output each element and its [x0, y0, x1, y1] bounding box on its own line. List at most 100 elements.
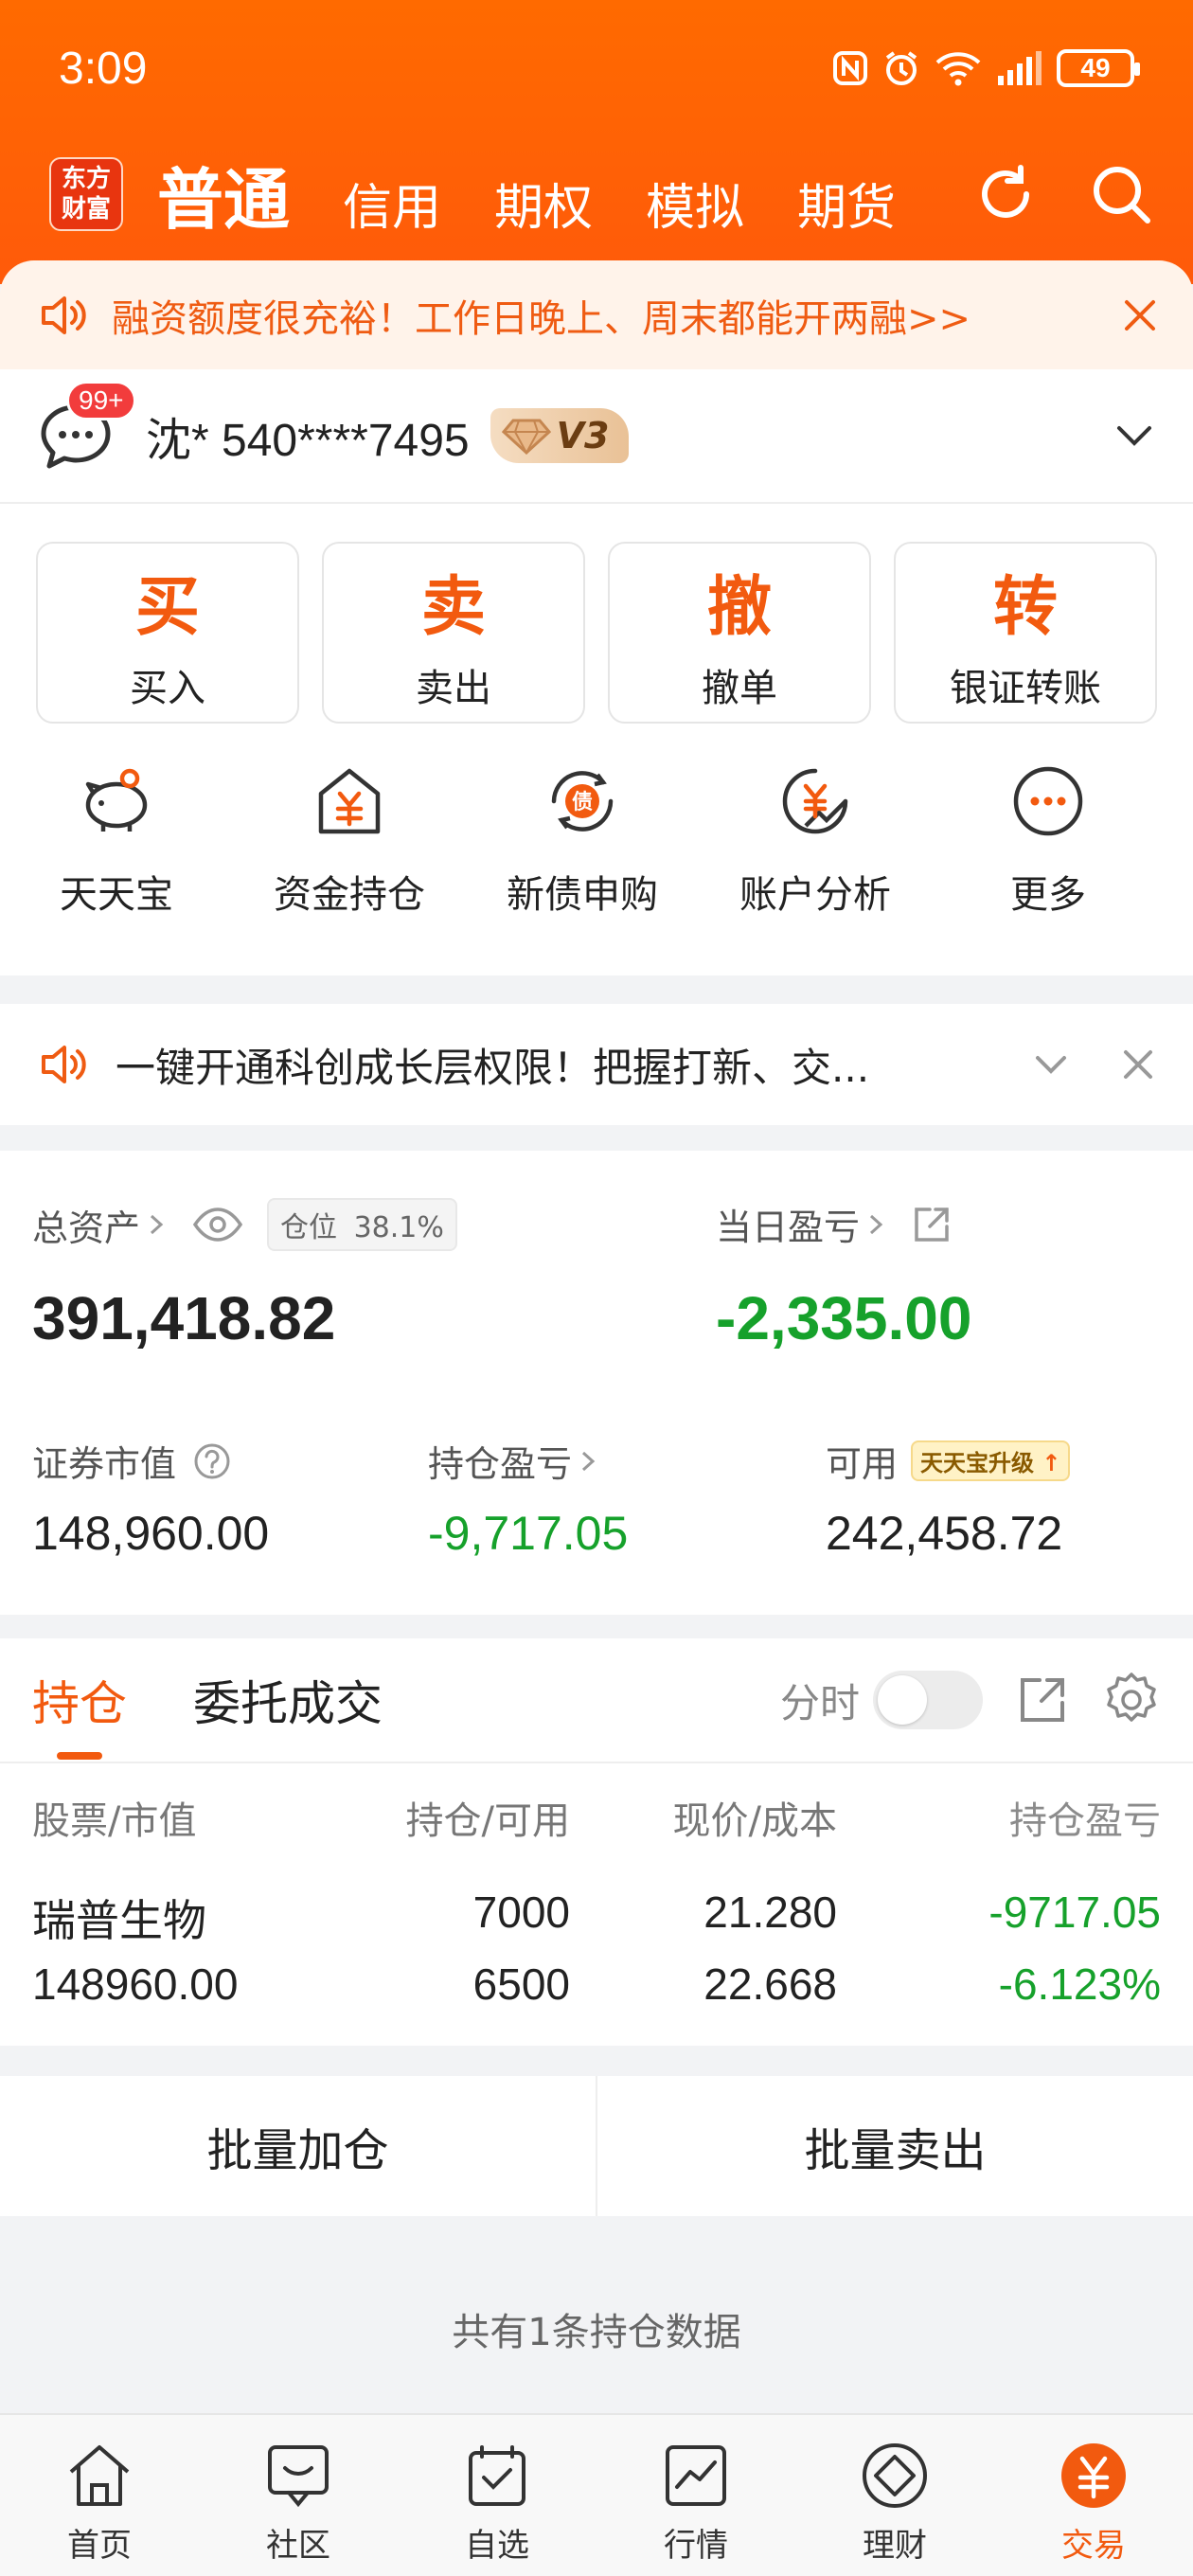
- upgrade-label: 天天宝升级: [920, 1450, 1035, 1476]
- tab-holdings[interactable]: 持仓: [32, 1666, 127, 1734]
- shortcut-bond[interactable]: 债 新债申购: [466, 760, 699, 919]
- batch-add-button[interactable]: 批量加仓: [0, 2076, 596, 2216]
- header: 3:09 49 东方 财富 普通 信用 期权 模拟 期货: [0, 0, 1193, 284]
- watchlist-icon: [469, 2445, 525, 2506]
- transfer-button[interactable]: 转 银证转账: [894, 542, 1157, 724]
- market-icon: [666, 2445, 726, 2506]
- alarm-icon: [885, 51, 917, 85]
- help-icon[interactable]: [193, 1442, 231, 1480]
- battery-indicator: 49: [1057, 49, 1140, 87]
- tab-simulate[interactable]: 模拟: [646, 168, 744, 239]
- sell-button[interactable]: 卖 卖出: [322, 542, 585, 724]
- eye-icon[interactable]: [191, 1206, 244, 1243]
- promo-text[interactable]: 融资额度很充裕！工作日晚上、周末都能开两融>>: [112, 288, 970, 343]
- tab-label: 理财: [863, 2527, 927, 2565]
- tab-market[interactable]: 行情: [596, 2415, 795, 2576]
- available-value: 242,458.72: [826, 1507, 1063, 1560]
- tab-label: 交易: [1061, 2527, 1126, 2565]
- yuan-house-icon: [318, 768, 381, 834]
- tab-trade[interactable]: 交易: [994, 2415, 1193, 2576]
- share-icon[interactable]: [1015, 1673, 1070, 1727]
- total-asset-label-row[interactable]: 总资产 仓位 38.1%: [32, 1198, 457, 1251]
- buy-glyph: 买: [134, 569, 200, 645]
- speaker-icon: [42, 295, 86, 334]
- cancel-glyph: 撤: [706, 569, 772, 645]
- avail-qty: 6500: [472, 1959, 570, 2009]
- total-asset-label: 总资产: [32, 1207, 141, 1249]
- status-bar: 3:09 49: [59, 38, 1140, 98]
- header-stock: 股票/市值: [32, 1799, 197, 1843]
- batch-sell-button[interactable]: 批量卖出: [597, 2076, 1193, 2216]
- shortcut-label: 更多: [1010, 873, 1086, 917]
- upgrade-badge[interactable]: 天天宝升级 ↑: [911, 1440, 1071, 1481]
- tab-label: 行情: [664, 2527, 728, 2565]
- tab-underline: [57, 1752, 102, 1760]
- shortcut-analysis[interactable]: 账户分析: [699, 760, 932, 919]
- available-label: 可用: [826, 1443, 899, 1485]
- stock-name: 瑞普生物: [32, 1896, 206, 1945]
- batch-actions: 批量加仓 批量卖出: [0, 2076, 1193, 2216]
- shortcut-more[interactable]: 更多: [932, 760, 1165, 919]
- status-icons: 49: [831, 49, 1140, 87]
- speaker-icon: [42, 1046, 86, 1083]
- community-icon: [268, 2445, 329, 2508]
- chevron-right-icon: [151, 1214, 164, 1235]
- market-value: 148,960.00: [32, 1507, 270, 1560]
- timeshare-label: 分时: [779, 1679, 860, 1726]
- notice-bar[interactable]: 一键开通科创成长层权限！把握打新、交...: [0, 1004, 1193, 1125]
- shortcut-funds[interactable]: 资金持仓: [233, 760, 466, 919]
- buy-button[interactable]: 买 买入: [36, 542, 299, 724]
- tab-wealth[interactable]: 理财: [795, 2415, 994, 2576]
- arrow-up-icon: ↑: [1042, 1450, 1061, 1476]
- timeshare-toggle[interactable]: [873, 1671, 983, 1729]
- position-chip: 仓位 38.1%: [267, 1198, 457, 1251]
- bottom-tab-bar: 首页 社区 自选 行情 理财 交易: [0, 2413, 1193, 2576]
- tab-watchlist[interactable]: 自选: [398, 2415, 596, 2576]
- transfer-glyph: 转: [992, 569, 1058, 645]
- tab-label: 自选: [465, 2527, 529, 2565]
- share-icon[interactable]: [911, 1204, 953, 1245]
- daily-pl-label: 当日盈亏: [716, 1207, 861, 1248]
- tab-futures[interactable]: 期货: [797, 168, 896, 239]
- tab-credit[interactable]: 信用: [343, 168, 441, 239]
- notice-text[interactable]: 一键开通科创成长层权限！把握打新、交...: [116, 1036, 869, 1094]
- nav-icons: [971, 160, 1155, 228]
- tab-orders[interactable]: 委托成交: [193, 1666, 383, 1734]
- hold-pl-label-row[interactable]: 持仓盈亏: [428, 1435, 600, 1487]
- message-badge: 99+: [66, 381, 136, 420]
- account-row[interactable]: 99+ 沈* 540****7495 V3: [0, 369, 1193, 504]
- cancel-order-button[interactable]: 撤 撤单: [608, 542, 871, 724]
- vip-level: V3: [556, 415, 610, 456]
- close-icon[interactable]: [1121, 296, 1159, 334]
- daily-pl-label-row[interactable]: 当日盈亏: [716, 1198, 953, 1250]
- trade-button-row: 买 买入 卖 卖出 撤 撤单 转 银证转账: [36, 542, 1157, 724]
- promo-banner[interactable]: 融资额度很充裕！工作日晚上、周末都能开两融>>: [0, 260, 1193, 369]
- bond-icon: 债: [551, 771, 614, 832]
- close-icon[interactable]: [1121, 1047, 1155, 1082]
- tab-home[interactable]: 首页: [0, 2415, 199, 2576]
- messages[interactable]: 99+: [38, 381, 136, 474]
- position-value: 38.1%: [353, 1211, 444, 1244]
- tab-community[interactable]: 社区: [199, 2415, 398, 2576]
- header-hold: 持仓/可用: [405, 1799, 570, 1843]
- total-asset-value: 391,418.82: [32, 1284, 336, 1352]
- tab-normal[interactable]: 普通: [157, 147, 290, 242]
- search-icon[interactable]: [1087, 160, 1155, 228]
- gear-icon[interactable]: [1102, 1671, 1161, 1729]
- market-value-label-row: 证券市值: [32, 1435, 231, 1487]
- chevron-right-icon: [582, 1451, 596, 1471]
- header-price: 现价/成本: [672, 1799, 837, 1843]
- diamond-icon: [501, 419, 551, 455]
- shortcut-tiantianbao[interactable]: 天天宝: [0, 760, 233, 919]
- sell-glyph: 卖: [420, 569, 486, 645]
- holdings-tabs: 持仓 委托成交 分时: [0, 1638, 1193, 1763]
- analysis-icon: [782, 768, 848, 834]
- refresh-icon[interactable]: [971, 160, 1040, 228]
- chevron-down-icon[interactable]: [1032, 1046, 1070, 1083]
- hold-pl: -9717.05: [988, 1887, 1161, 1937]
- holdings-header: 股票/市值 持仓/可用 现价/成本 持仓盈亏: [32, 1790, 1161, 1847]
- chevron-down-icon[interactable]: [1113, 415, 1155, 456]
- tab-options[interactable]: 期权: [494, 168, 593, 239]
- holdings-tools: 分时: [780, 1671, 1161, 1729]
- trade-actions: 买 买入 卖 卖出 撤 撤单 转 银证转账 天天宝 资金持仓 债 新债申购 账户…: [0, 504, 1193, 975]
